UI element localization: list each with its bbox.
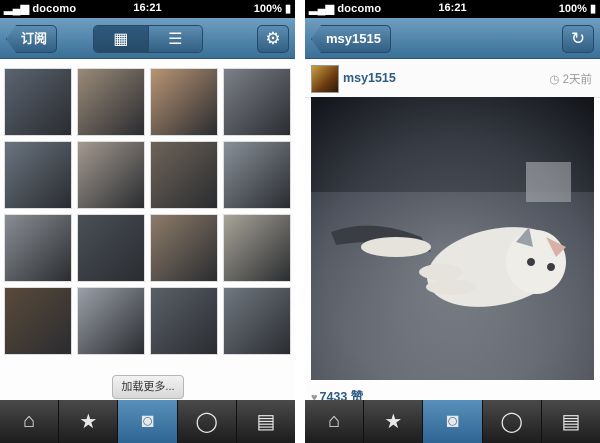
- photo-thumbnail[interactable]: [77, 141, 145, 209]
- load-more-button[interactable]: 加载更多...: [112, 375, 184, 399]
- photo-thumbnail[interactable]: [150, 287, 218, 355]
- battery-icon: ▮: [284, 3, 291, 15]
- time-ago: 2天前: [562, 74, 592, 86]
- clock-icon: ◷: [549, 74, 560, 86]
- tab-comment[interactable]: ◯: [178, 400, 237, 443]
- view-toggle: ▦ ☰: [93, 25, 203, 53]
- list-icon: ☰: [168, 31, 183, 48]
- nav-bar: msy1515 ↻: [305, 18, 600, 59]
- clock: 16:21: [438, 2, 467, 14]
- clock: 16:21: [133, 2, 162, 14]
- photo-thumbnail[interactable]: [223, 287, 291, 355]
- tab-comment[interactable]: ◯: [483, 400, 542, 443]
- post-photo[interactable]: [311, 97, 594, 380]
- photo-thumbnail[interactable]: [77, 68, 145, 136]
- tab-news[interactable]: ▤: [237, 400, 295, 443]
- grid-icon: ▦: [113, 31, 129, 48]
- camera-icon: ◙: [141, 410, 154, 432]
- refresh-icon: ↻: [570, 29, 586, 48]
- photo-thumbnail[interactable]: [77, 214, 145, 282]
- post-header: msy1515 ◷ 2天前: [305, 59, 600, 98]
- photo-thumbnail[interactable]: [223, 141, 291, 209]
- tab-news[interactable]: ▤: [542, 400, 600, 443]
- home-icon: ⌂: [23, 410, 36, 432]
- right-screen: ▂▄▆ docomo 16:21 100% ▮ msy1515 ↻ msy1515…: [305, 0, 600, 443]
- back-button[interactable]: 订阅: [6, 25, 58, 53]
- tab-camera[interactable]: ◙: [118, 400, 178, 443]
- battery-percent: 100%: [253, 3, 282, 15]
- nav-bar: 订阅 ▦ ☰ ⚙: [0, 18, 295, 59]
- news-icon: ▤: [256, 411, 276, 433]
- photo-thumbnail[interactable]: [4, 141, 72, 209]
- tab-star[interactable]: ★: [59, 400, 119, 443]
- comment-icon: ◯: [500, 411, 523, 433]
- refresh-button[interactable]: ↻: [562, 25, 594, 53]
- tab-bar: ⌂ ★ ◙ ◯ ▤: [0, 400, 295, 443]
- camera-icon: ◙: [446, 410, 459, 432]
- home-icon: ⌂: [328, 410, 341, 432]
- star-icon: ★: [384, 411, 403, 433]
- photo-thumbnail[interactable]: [4, 287, 72, 355]
- tab-home[interactable]: ⌂: [0, 400, 60, 443]
- status-bar: ▂▄▆ docomo 16:21 100% ▮: [305, 0, 600, 18]
- news-icon: ▤: [561, 411, 581, 433]
- list-view-button[interactable]: ☰: [147, 26, 202, 52]
- tab-home[interactable]: ⌂: [305, 400, 365, 443]
- battery-icon: ▮: [589, 3, 596, 15]
- comment-icon: ◯: [195, 411, 218, 433]
- tab-bar: ⌂ ★ ◙ ◯ ▤: [305, 400, 600, 443]
- photo-thumbnail[interactable]: [223, 68, 291, 136]
- settings-button[interactable]: ⚙: [257, 25, 289, 53]
- gear-icon: ⚙: [265, 29, 281, 48]
- star-icon: ★: [79, 411, 98, 433]
- left-screen: ▂▄▆ docomo 16:21 100% ▮ 订阅 ▦ ☰ ⚙ 加载更多... …: [0, 0, 295, 443]
- grid-view-button[interactable]: ▦: [94, 26, 148, 52]
- photo-thumbnail[interactable]: [223, 214, 291, 282]
- back-button[interactable]: msy1515: [311, 25, 391, 53]
- battery-percent: 100%: [558, 3, 587, 15]
- tab-camera[interactable]: ◙: [423, 400, 483, 443]
- photo-thumbnail[interactable]: [77, 287, 145, 355]
- avatar[interactable]: [311, 65, 339, 93]
- photo-thumbnail[interactable]: [4, 68, 72, 136]
- photo-thumbnail[interactable]: [150, 68, 218, 136]
- status-bar: ▂▄▆ docomo 16:21 100% ▮: [0, 0, 295, 18]
- photo-thumbnail[interactable]: [150, 214, 218, 282]
- username[interactable]: msy1515: [343, 71, 396, 85]
- photo-thumbnail[interactable]: [4, 214, 72, 282]
- tab-star[interactable]: ★: [364, 400, 424, 443]
- photo-thumbnail[interactable]: [150, 141, 218, 209]
